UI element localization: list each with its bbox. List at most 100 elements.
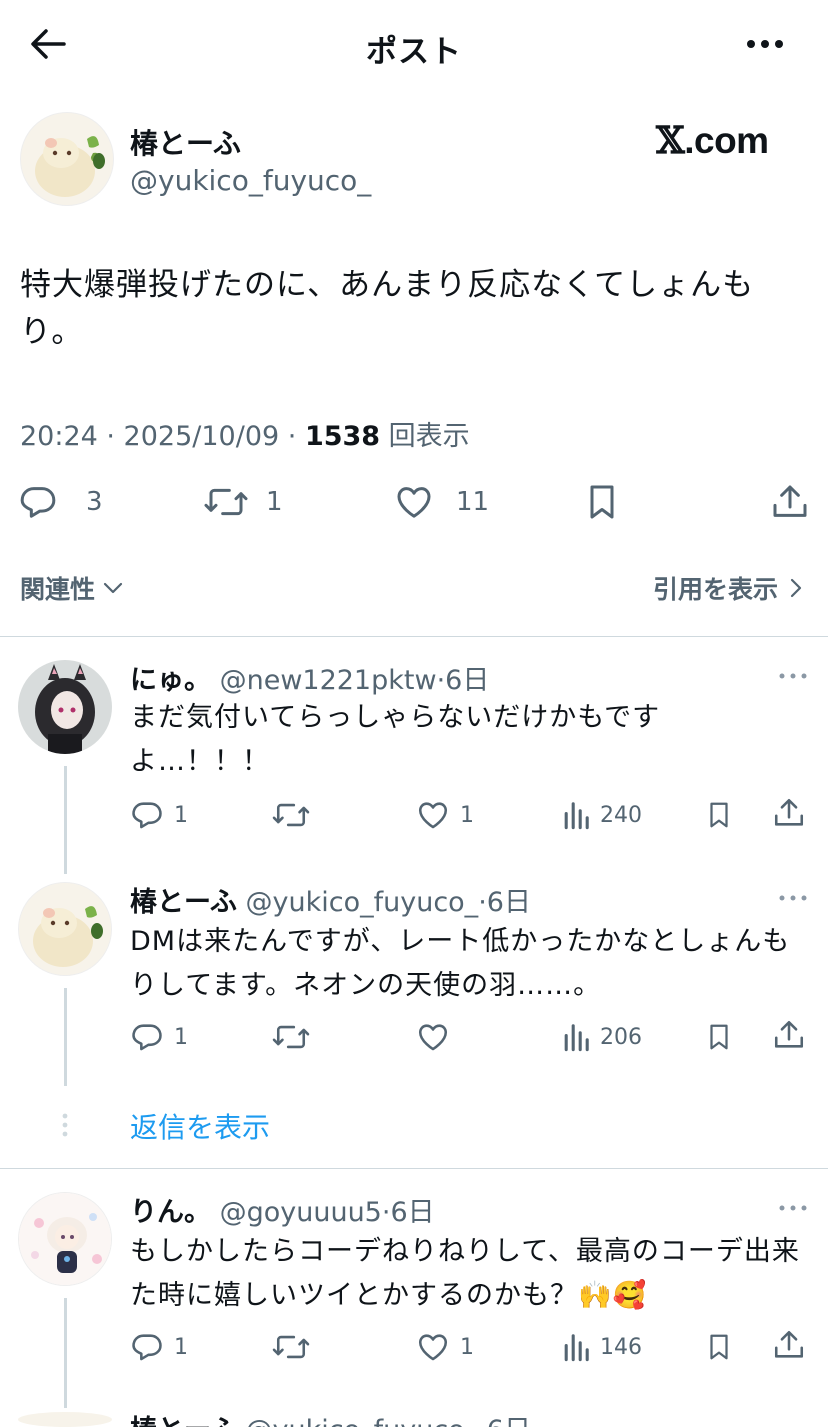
reply-reply-button[interactable]: 1 bbox=[130, 1020, 188, 1054]
bookmark-icon bbox=[710, 1024, 728, 1050]
page-title: ポスト bbox=[366, 34, 462, 70]
views-count: 206 bbox=[600, 1024, 642, 1050]
reply-text: DMは来たんですが、レート低かったかなとしょんもりしてます。ネオンの天使の羽……… bbox=[130, 926, 791, 1001]
thread-line bbox=[64, 766, 67, 874]
repost-count: 1 bbox=[266, 487, 283, 517]
reply-more-button[interactable] bbox=[778, 893, 808, 903]
repost-button[interactable]: 1 bbox=[204, 482, 283, 522]
heart-icon bbox=[418, 1024, 448, 1051]
reply-count: 3 bbox=[86, 487, 103, 517]
reply-avatar-partial[interactable] bbox=[18, 1412, 112, 1427]
reply-like-button[interactable] bbox=[416, 1020, 450, 1054]
more-horizontal-icon bbox=[747, 40, 783, 48]
reply-author-name[interactable]: 椿とーふ bbox=[130, 887, 237, 918]
more-button[interactable] bbox=[744, 30, 786, 58]
reply-button[interactable]: 3 bbox=[18, 482, 103, 522]
reply-author-name[interactable]: にゅ。 bbox=[130, 665, 211, 696]
reply-like-button[interactable]: 1 bbox=[416, 798, 474, 832]
reply-bookmark-button[interactable] bbox=[704, 1020, 734, 1054]
reply-like-button[interactable]: 1 bbox=[416, 1330, 474, 1364]
like-count: 1 bbox=[460, 802, 474, 828]
bookmark-button[interactable] bbox=[582, 482, 622, 522]
hamster-avatar-image bbox=[21, 113, 113, 205]
reply-share-button[interactable] bbox=[772, 796, 806, 830]
reply-header: りん。 @goyuuuu5·6日 bbox=[130, 1190, 435, 1229]
views-chart-icon bbox=[564, 802, 589, 830]
reply-views-button[interactable]: 240 bbox=[562, 798, 642, 832]
sort-relevance-dropdown[interactable]: 関連性 bbox=[20, 570, 125, 606]
repost-icon bbox=[272, 803, 310, 827]
reply-author-name[interactable]: りん。 bbox=[130, 1197, 211, 1228]
reply-text: もしかしたらコーデねりねりして、最高のコーデ出来た時に嬉しいツイとかするのかも？… bbox=[130, 1236, 800, 1311]
reply-author-handle[interactable]: @new1221pktw bbox=[220, 665, 437, 696]
reply-count: 1 bbox=[174, 802, 188, 828]
reply-repost-button[interactable] bbox=[272, 1020, 310, 1054]
reply-author-handle[interactable]: @yukico_fuyuco_ bbox=[246, 1415, 479, 1427]
more-horizontal-icon bbox=[779, 895, 807, 901]
heart-icon bbox=[418, 1334, 448, 1361]
reply-views-button[interactable]: 206 bbox=[562, 1020, 642, 1054]
reply-avatar[interactable] bbox=[18, 882, 112, 976]
thread-line bbox=[64, 988, 67, 1086]
x-logo-icon: 𝕏 bbox=[656, 118, 685, 162]
reply-reply-button[interactable]: 1 bbox=[130, 1330, 188, 1364]
reply-age: ·6日 bbox=[478, 887, 531, 918]
reply-share-button[interactable] bbox=[772, 1328, 806, 1362]
views-count: 240 bbox=[600, 802, 642, 828]
reply-author-name[interactable]: 椿とーふ bbox=[130, 1415, 237, 1427]
reply-icon bbox=[132, 802, 162, 829]
anime-girl-avatar-image bbox=[18, 660, 112, 754]
views-count: 1538 bbox=[304, 421, 381, 452]
reply-bookmark-button[interactable] bbox=[704, 798, 734, 832]
reply-avatar[interactable] bbox=[18, 660, 112, 754]
repost-icon bbox=[272, 1335, 310, 1359]
post-timestamp: 20:24 · 2025/10/09 · bbox=[20, 421, 305, 452]
reply-author-handle[interactable]: @goyuuuu5 bbox=[220, 1197, 382, 1228]
reply-bookmark-button[interactable] bbox=[704, 1330, 734, 1364]
author-avatar[interactable] bbox=[20, 112, 114, 206]
reply-age: ·6日 bbox=[478, 1415, 531, 1427]
reply-share-button[interactable] bbox=[772, 1018, 806, 1052]
more-horizontal-icon bbox=[779, 673, 807, 679]
reply-author-handle[interactable]: @yukico_fuyuco_ bbox=[246, 887, 479, 918]
reply-age: ·6日 bbox=[381, 1197, 435, 1228]
bookmark-icon bbox=[590, 485, 614, 519]
reply-repost-button[interactable] bbox=[272, 798, 310, 832]
views-chart-icon bbox=[564, 1024, 589, 1052]
like-count: 1 bbox=[460, 1334, 474, 1360]
reply-icon bbox=[20, 487, 56, 518]
reply-header-partial: 椿とーふ @yukico_fuyuco_·6日 bbox=[130, 1408, 531, 1427]
share-icon bbox=[774, 1330, 804, 1358]
post-meta: 20:24 · 2025/10/09 · 1538 回表示 bbox=[20, 414, 470, 453]
views-count: 146 bbox=[600, 1334, 642, 1360]
bookmark-icon bbox=[710, 1334, 728, 1360]
reply-avatar[interactable] bbox=[18, 1192, 112, 1286]
share-icon bbox=[773, 485, 807, 517]
x-com-text: .com bbox=[684, 120, 769, 161]
thread-line bbox=[64, 1298, 67, 1408]
heart-icon bbox=[397, 487, 431, 518]
repost-icon bbox=[204, 488, 248, 516]
reply-more-button[interactable] bbox=[778, 1203, 808, 1213]
reply-header: 椿とーふ @yukico_fuyuco_·6日 bbox=[130, 880, 531, 919]
view-quotes-link[interactable]: 引用を表示 bbox=[653, 570, 806, 606]
author-handle[interactable]: @yukico_fuyuco_ bbox=[130, 164, 371, 197]
reply-reply-button[interactable]: 1 bbox=[130, 798, 188, 832]
reply-repost-button[interactable] bbox=[272, 1330, 310, 1364]
reply-more-button[interactable] bbox=[778, 671, 808, 681]
x-com-badge: 𝕏.com bbox=[656, 118, 769, 162]
bookmark-icon bbox=[710, 802, 728, 828]
show-replies-link[interactable]: 返信を表示 bbox=[130, 1106, 270, 1146]
like-button[interactable]: 11 bbox=[394, 482, 489, 522]
hamster-avatar-image bbox=[19, 883, 111, 975]
share-button[interactable] bbox=[770, 482, 810, 522]
share-icon bbox=[774, 798, 804, 826]
reply-text: まだ気付いてらっしゃらないだけかもですよ…！！！ bbox=[130, 702, 661, 777]
more-horizontal-icon bbox=[779, 1205, 807, 1211]
reply-header: にゅ。 @new1221pktw·6日 bbox=[130, 658, 489, 697]
author-name[interactable]: 椿とーふ bbox=[130, 122, 241, 162]
reply-icon bbox=[132, 1334, 162, 1361]
post-text: 特大爆弾投げたのに、あんまり反応なくてしょんもり。 bbox=[20, 267, 755, 350]
reply-views-button[interactable]: 146 bbox=[562, 1330, 642, 1364]
reply-icon bbox=[132, 1024, 162, 1051]
